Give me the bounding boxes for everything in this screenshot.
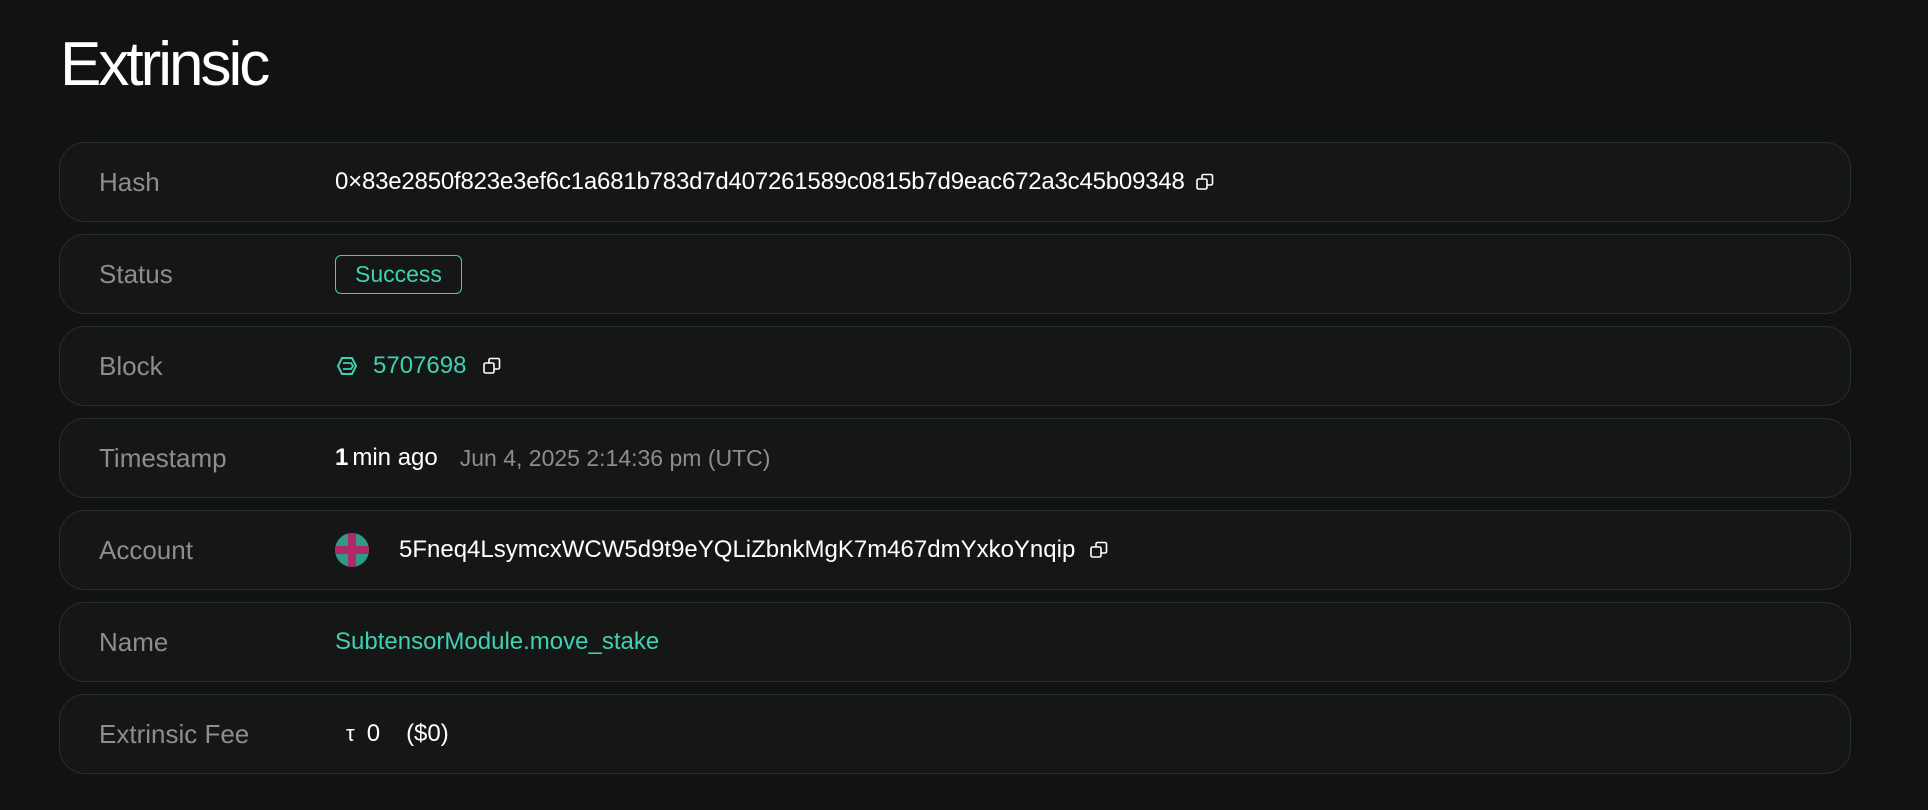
timestamp-label: Timestamp: [99, 442, 227, 473]
name-label: Name: [99, 626, 169, 657]
fee-label: Extrinsic Fee: [99, 718, 250, 749]
copy-account-icon[interactable]: [1089, 540, 1109, 560]
fee-usd: ($0): [406, 720, 449, 747]
extrinsic-page: Extrinsic Hash 0×83e2850f823e3ef6c1a681b…: [0, 0, 1928, 810]
status-badge: Success: [335, 254, 462, 294]
block-label: Block: [99, 350, 163, 381]
hash-value-group: 0×83e2850f823e3ef6c1a681b783d7d407261589…: [335, 168, 1215, 196]
timestamp-relative-unit: min ago: [352, 444, 438, 471]
hash-row: Hash 0×83e2850f823e3ef6c1a681b783d7d4072…: [59, 142, 1851, 222]
fee-value-group: τ 0 ($0): [335, 720, 449, 748]
name-value-group: SubtensorModule.move_stake: [335, 628, 659, 656]
block-number-link[interactable]: 5707698: [373, 352, 466, 380]
timestamp-row: Timestamp 1 min ago Jun 4, 2025 2:14:36 …: [59, 418, 1851, 498]
block-cube-icon: [335, 354, 359, 378]
details-list: Hash 0×83e2850f823e3ef6c1a681b783d7d4072…: [59, 142, 1851, 786]
fee-row: Extrinsic Fee τ 0 ($0): [59, 694, 1851, 774]
copy-hash-icon[interactable]: [1195, 172, 1215, 192]
account-label: Account: [99, 534, 193, 565]
status-row: Status Success: [59, 234, 1851, 314]
timestamp-full: Jun 4, 2025 2:14:36 pm (UTC): [459, 444, 771, 471]
block-row: Block 5707698: [59, 326, 1851, 406]
hash-value: 0×83e2850f823e3ef6c1a681b783d7d407261589…: [335, 168, 1185, 195]
page-title: Extrinsic: [60, 30, 270, 99]
fee-amount: 0: [366, 720, 381, 747]
status-value-group: Success: [335, 254, 462, 294]
extrinsic-name-link[interactable]: SubtensorModule.move_stake: [335, 628, 659, 656]
status-label: Status: [99, 258, 173, 289]
block-value-group: 5707698: [335, 352, 502, 380]
account-identicon: [335, 533, 369, 567]
hash-label: Hash: [99, 166, 160, 197]
account-address-link[interactable]: 5Fneq4LsymcxWCW5d9t9eYQLiZbnkMgK7m467dmY…: [399, 536, 1075, 564]
tao-symbol: τ: [346, 721, 355, 746]
account-value-group: 5Fneq4LsymcxWCW5d9t9eYQLiZbnkMgK7m467dmY…: [335, 533, 1109, 567]
name-row: Name SubtensorModule.move_stake: [59, 602, 1851, 682]
timestamp-value-group: 1 min ago Jun 4, 2025 2:14:36 pm (UTC): [335, 444, 770, 472]
account-row: Account 5Fneq4LsymcxWCW5d9t9eYQLiZbnkMgK…: [59, 510, 1851, 590]
copy-block-icon[interactable]: [482, 356, 502, 376]
timestamp-relative-number: 1: [335, 444, 349, 471]
